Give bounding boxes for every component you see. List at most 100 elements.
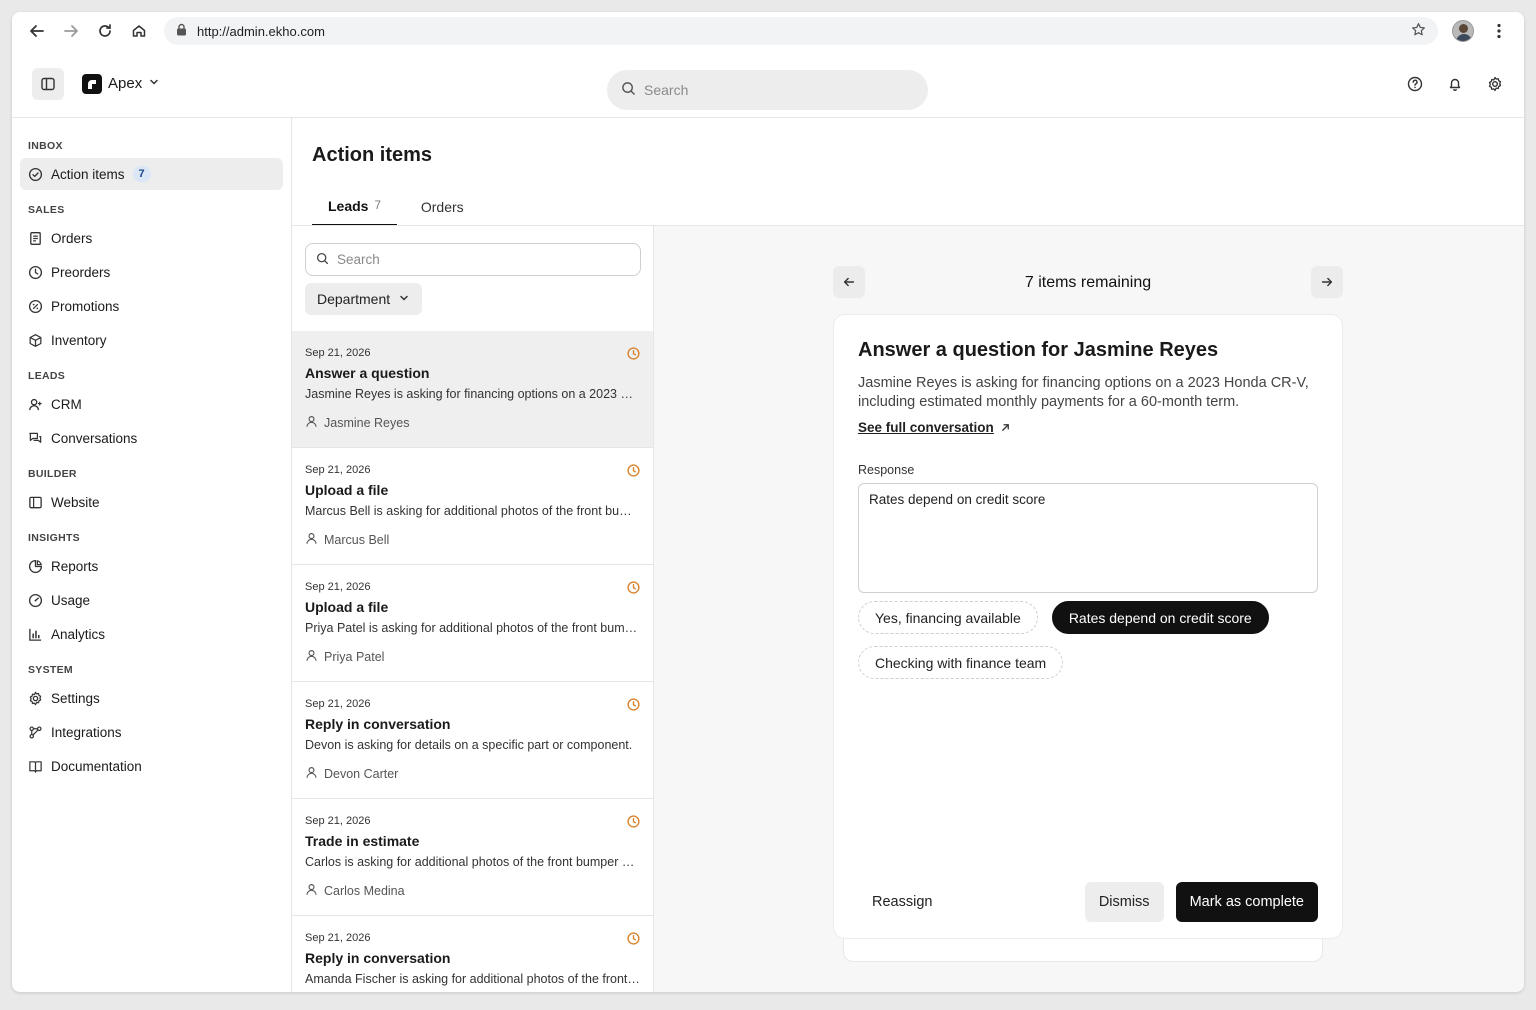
sidebar-item-analytics[interactable]: Analytics <box>20 618 283 650</box>
user-icon <box>305 532 318 548</box>
dismiss-button[interactable]: Dismiss <box>1084 882 1164 922</box>
item-title: Answer a question <box>305 365 430 381</box>
forward-icon[interactable] <box>56 16 86 46</box>
suggested-responses: Yes, financing available Rates depend on… <box>858 601 1318 679</box>
sidebar-item-settings[interactable]: Settings <box>20 682 283 714</box>
sidebar-section-system: SYSTEM <box>28 664 73 676</box>
sidebar-item-inventory[interactable]: Inventory <box>20 324 283 356</box>
user-icon <box>305 883 318 899</box>
check-circle-icon <box>28 167 43 182</box>
response-label: Response <box>858 463 915 477</box>
help-icon[interactable] <box>1406 75 1424 93</box>
sidebar-toggle-icon[interactable] <box>32 67 64 100</box>
home-icon[interactable] <box>124 16 154 46</box>
profile-avatar[interactable] <box>1452 20 1474 42</box>
workspace-switcher[interactable]: Apex <box>82 73 160 94</box>
items-remaining-text: 7 items remaining <box>1024 273 1152 291</box>
browser-toolbar: http://admin.ekho.com <box>12 12 1524 50</box>
item-date: Sep 21, 2026 <box>305 347 371 359</box>
gear-icon[interactable] <box>1486 75 1504 93</box>
sidebar-item-orders[interactable]: Orders <box>20 222 283 254</box>
reassign-button[interactable]: Reassign <box>858 894 946 910</box>
browser-menu-icon[interactable] <box>1484 16 1514 46</box>
action-item-card: Answer a question for Jasmine Reyes Jasm… <box>833 314 1343 939</box>
sidebar-item-promotions[interactable]: Promotions <box>20 290 283 322</box>
tab-orders[interactable]: Orders <box>405 188 480 226</box>
item-pager: 7 items remaining <box>833 266 1343 299</box>
sidebar-section-leads: LEADS <box>28 370 66 382</box>
user-icon <box>305 649 318 665</box>
sidebar-item-crm[interactable]: CRM <box>20 388 283 420</box>
pending-clock-icon <box>627 815 640 828</box>
sidebar-item-integrations[interactable]: Integrations <box>20 716 283 748</box>
back-icon[interactable] <box>22 16 52 46</box>
item-title: Upload a file <box>305 482 389 498</box>
sidebar-section-builder: BUILDER <box>28 468 77 480</box>
tab-count: 7 <box>374 200 381 212</box>
action-items-list-pane: Search Department Sep 21, 2026 Answer a … <box>292 226 654 992</box>
chevron-down-icon <box>148 75 160 92</box>
user-icon <box>305 415 318 431</box>
sidebar-item-conversations[interactable]: Conversations <box>20 422 283 454</box>
sidebar-section-inbox: INBOX <box>28 140 63 152</box>
sidebar-item-label: Analytics <box>51 626 106 642</box>
department-filter-dropdown[interactable]: Department <box>305 283 423 315</box>
browser-window: http://admin.ekho.com Apex Search INBOX … <box>12 12 1524 992</box>
global-search-input[interactable]: Search <box>607 70 928 110</box>
tab-label: Leads <box>328 198 369 214</box>
card-title: Answer a question for Jasmine Reyes <box>858 339 1219 361</box>
list-search-input[interactable]: Search <box>305 243 641 276</box>
item-date: Sep 21, 2026 <box>305 932 371 944</box>
layout-icon <box>28 495 43 510</box>
list-item[interactable]: Sep 21, 2026 Upload a file Marcus Bell i… <box>292 448 653 565</box>
list-item[interactable]: Sep 21, 2026 Reply in conversation Devon… <box>292 682 653 799</box>
sidebar-item-label: Documentation <box>51 758 142 774</box>
app-header: Apex Search <box>12 50 1524 118</box>
item-description: Priya Patel is asking for additional pho… <box>305 621 640 635</box>
user-plus-icon <box>28 397 43 412</box>
suggestion-chip[interactable]: Yes, financing available <box>858 601 1038 634</box>
sidebar-item-reports[interactable]: Reports <box>20 550 283 582</box>
reload-icon[interactable] <box>90 16 120 46</box>
item-title: Upload a file <box>305 599 389 615</box>
sidebar-item-label: Reports <box>51 558 99 574</box>
integrations-icon <box>28 725 43 740</box>
bar-chart-icon <box>28 627 43 642</box>
suggestion-chip-selected[interactable]: Rates depend on credit score <box>1051 601 1269 634</box>
apex-logo-icon <box>82 73 102 94</box>
arrow-left-icon <box>843 277 855 287</box>
mark-complete-button[interactable]: Mark as complete <box>1175 882 1318 922</box>
list-search-placeholder: Search <box>337 252 380 267</box>
item-description: Carlos is asking for additional photos o… <box>305 855 640 869</box>
global-search-placeholder: Search <box>644 82 689 98</box>
pending-clock-icon <box>627 698 640 711</box>
pending-clock-icon <box>627 581 640 594</box>
response-textarea[interactable]: Rates depend on credit score <box>858 483 1318 593</box>
sidebar: INBOX Action items 7 SALES Orders Preord… <box>12 118 292 992</box>
bookmark-star-icon[interactable] <box>1411 22 1426 40</box>
sidebar-item-preorders[interactable]: Preorders <box>20 256 283 288</box>
book-icon <box>28 759 43 774</box>
sidebar-item-label: Preorders <box>51 264 111 280</box>
previous-item-button[interactable] <box>833 266 865 298</box>
action-item-detail-pane: 7 items remaining Answer a question for … <box>654 226 1524 992</box>
sidebar-item-documentation[interactable]: Documentation <box>20 750 283 782</box>
sidebar-section-insights: INSIGHTS <box>28 532 80 544</box>
list-item[interactable]: Sep 21, 2026 Answer a question Jasmine R… <box>292 331 653 448</box>
item-assignee: Marcus Bell <box>305 532 640 548</box>
list-item[interactable]: Sep 21, 2026 Reply in conversation Amand… <box>292 916 653 992</box>
see-full-conversation-link[interactable]: See full conversation <box>858 420 1011 435</box>
sidebar-item-website[interactable]: Website <box>20 486 283 518</box>
list-item[interactable]: Sep 21, 2026 Upload a file Priya Patel i… <box>292 565 653 682</box>
sidebar-item-usage[interactable]: Usage <box>20 584 283 616</box>
action-items-count-badge: 7 <box>132 166 151 182</box>
bell-icon[interactable] <box>1446 75 1464 93</box>
list-item[interactable]: Sep 21, 2026 Trade in estimate Carlos is… <box>292 799 653 916</box>
tab-leads[interactable]: Leads 7 <box>312 188 397 226</box>
suggestion-chip[interactable]: Checking with finance team <box>858 646 1064 679</box>
next-item-button[interactable] <box>1311 266 1343 298</box>
address-bar[interactable]: http://admin.ekho.com <box>164 17 1438 45</box>
sidebar-item-label: Promotions <box>51 298 120 314</box>
sidebar-item-action-items[interactable]: Action items 7 <box>20 158 283 190</box>
external-link-icon <box>1001 424 1009 431</box>
